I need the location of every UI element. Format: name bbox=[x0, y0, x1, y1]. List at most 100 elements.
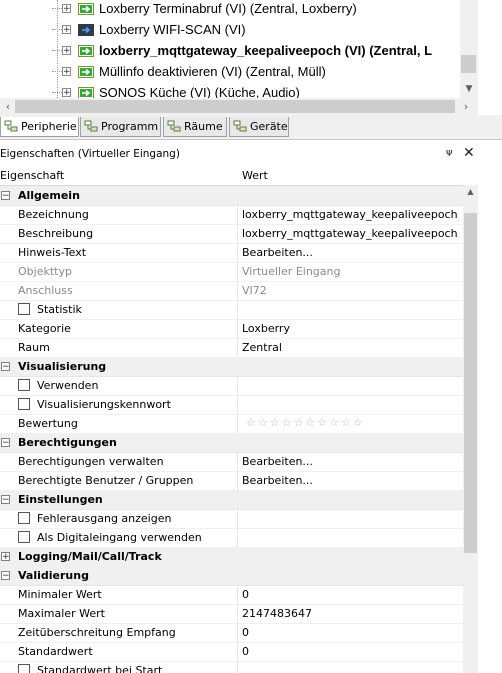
tree-item[interactable]: + Loxberry Terminabruf (VI) (Zentral, Lox… bbox=[0, 0, 460, 19]
property-row[interactable]: Raum Zentral bbox=[0, 338, 463, 358]
collapse-icon[interactable]: − bbox=[1, 438, 10, 448]
rating-stars[interactable]: ☆ ☆ ☆ ☆ ☆ ☆ ☆ ☆ ☆ ☆ bbox=[246, 417, 363, 429]
star-icon[interactable]: ☆ bbox=[246, 417, 256, 429]
property-value[interactable]: Zentral bbox=[242, 341, 282, 354]
checkbox[interactable] bbox=[18, 531, 30, 543]
property-row[interactable]: Berechtigungen verwalten Bearbeiten... bbox=[0, 452, 463, 472]
expand-icon[interactable]: + bbox=[1, 552, 10, 562]
collapse-icon[interactable]: − bbox=[1, 495, 10, 505]
property-value[interactable]: Bearbeiten... bbox=[242, 474, 313, 487]
property-name: Kategorie bbox=[18, 322, 71, 335]
property-row[interactable]: Als Digitaleingang verwenden bbox=[0, 528, 463, 548]
grid-vertical-scrollbar[interactable]: ▲ bbox=[463, 185, 478, 673]
chevron-down-icon[interactable]: ▼ bbox=[460, 84, 478, 98]
property-row[interactable]: Kategorie Loxberry bbox=[0, 319, 463, 339]
object-tree[interactable]: + Loxberry Terminabruf (VI) (Zentral, Lox… bbox=[0, 0, 502, 100]
checkbox[interactable] bbox=[18, 664, 30, 673]
category-row[interactable]: + Logging/Mail/Call/Track bbox=[0, 547, 463, 567]
property-row[interactable]: Verwenden bbox=[0, 376, 463, 396]
property-row[interactable]: Minimaler Wert 0 bbox=[0, 585, 463, 605]
expand-icon[interactable]: + bbox=[62, 88, 71, 98]
property-value[interactable]: Loxberry bbox=[242, 322, 290, 335]
chevron-right-icon[interactable]: › bbox=[459, 100, 473, 113]
property-row[interactable]: Standardwert bei Start bbox=[0, 661, 463, 673]
property-row[interactable]: Bezeichnung loxberry_mqttgateway_keepaliv… bbox=[0, 205, 463, 225]
expand-icon[interactable]: + bbox=[62, 25, 71, 35]
column-separator bbox=[237, 281, 238, 300]
tree-item[interactable]: + Loxberry WIFI-SCAN (VI) bbox=[0, 19, 460, 40]
grid-header: Eigenschaft Wert bbox=[0, 166, 463, 186]
tab-geraete[interactable]: Geräte bbox=[229, 117, 289, 137]
property-value[interactable]: Bearbeiten... bbox=[242, 455, 313, 468]
category-row[interactable]: − Validierung bbox=[0, 566, 463, 586]
star-icon[interactable]: ☆ bbox=[294, 417, 304, 429]
column-header-property[interactable]: Eigenschaft bbox=[0, 169, 64, 182]
tab-peripherie[interactable]: Peripherie bbox=[0, 117, 79, 137]
checkbox[interactable] bbox=[18, 512, 30, 524]
property-row[interactable]: Visualisierungskennwort bbox=[0, 395, 463, 415]
expand-icon[interactable]: + bbox=[62, 4, 71, 14]
property-name: Bezeichnung bbox=[18, 208, 89, 221]
property-value[interactable]: 2147483647 bbox=[242, 607, 312, 620]
star-icon[interactable]: ☆ bbox=[317, 417, 327, 429]
property-value[interactable]: 0 bbox=[242, 588, 249, 601]
category-row[interactable]: − Einstellungen bbox=[0, 490, 463, 510]
star-icon[interactable]: ☆ bbox=[270, 417, 280, 429]
checkbox[interactable] bbox=[18, 398, 30, 410]
property-name: Beschreibung bbox=[18, 227, 94, 240]
property-value[interactable]: 0 bbox=[242, 626, 249, 639]
column-separator bbox=[237, 319, 238, 338]
category-row[interactable]: − Allgemein bbox=[0, 186, 463, 206]
checkbox[interactable] bbox=[18, 303, 30, 315]
tree-icon bbox=[84, 120, 98, 132]
property-row[interactable]: Anschluss VI72 bbox=[0, 281, 463, 301]
property-row[interactable]: Beschreibung loxberry_mqttgateway_keepali… bbox=[0, 224, 463, 244]
blue-arrow-icon bbox=[78, 23, 94, 36]
category-row[interactable]: − Visualisierung bbox=[0, 357, 463, 377]
collapse-icon[interactable]: − bbox=[1, 191, 10, 201]
property-row[interactable]: Maximaler Wert 2147483647 bbox=[0, 604, 463, 624]
property-value[interactable]: 0 bbox=[242, 645, 249, 658]
tree-horizontal-scrollbar[interactable]: ‹ › bbox=[0, 98, 478, 115]
category-row[interactable]: − Berechtigungen bbox=[0, 433, 463, 453]
star-icon[interactable]: ☆ bbox=[282, 417, 292, 429]
property-value[interactable]: Bearbeiten... bbox=[242, 246, 313, 259]
property-row[interactable]: Fehlerausgang anzeigen bbox=[0, 509, 463, 529]
property-row[interactable]: Bewertung ☆ ☆ ☆ ☆ ☆ ☆ ☆ ☆ ☆ ☆ bbox=[0, 414, 463, 434]
property-row[interactable]: Hinweis-Text Bearbeiten... bbox=[0, 243, 463, 263]
tree-hscroll-thumb[interactable] bbox=[15, 100, 455, 113]
column-separator bbox=[237, 414, 238, 433]
star-icon[interactable]: ☆ bbox=[341, 417, 351, 429]
green-arrow-icon bbox=[78, 44, 94, 57]
property-value[interactable]: loxberry_mqttgateway_keepaliveepoch bbox=[242, 208, 458, 221]
property-row[interactable]: Standardwert 0 bbox=[0, 642, 463, 662]
property-row[interactable]: Objekttyp Virtueller Eingang bbox=[0, 262, 463, 282]
property-row[interactable]: Zeitüberschreitung Empfang 0 bbox=[0, 623, 463, 643]
checkbox[interactable] bbox=[18, 379, 30, 391]
property-value[interactable]: loxberry_mqttgateway_keepaliveepoch bbox=[242, 227, 458, 240]
tree-vertical-scrollbar[interactable]: ▼ bbox=[460, 0, 478, 100]
tree-item-label: Müllinfo deaktivieren (VI) (Zentral, Mül… bbox=[99, 64, 326, 79]
tree-item[interactable]: + Müllinfo deaktivieren (VI) (Zentral, Mü… bbox=[0, 61, 460, 82]
star-icon[interactable]: ☆ bbox=[305, 417, 315, 429]
collapse-icon[interactable]: − bbox=[1, 571, 10, 581]
tab-programm[interactable]: Programm bbox=[80, 117, 161, 137]
star-icon[interactable]: ☆ bbox=[329, 417, 339, 429]
collapse-icon[interactable]: − bbox=[1, 362, 10, 372]
grid-vscroll-thumb[interactable] bbox=[464, 213, 477, 553]
expand-icon[interactable]: + bbox=[62, 67, 71, 77]
property-row[interactable]: Statistik bbox=[0, 300, 463, 320]
column-separator bbox=[237, 262, 238, 281]
property-row[interactable]: Berechtigte Benutzer / Gruppen Bearbeiten… bbox=[0, 471, 463, 491]
expand-icon[interactable]: + bbox=[62, 46, 71, 56]
star-icon[interactable]: ☆ bbox=[353, 417, 363, 429]
tab-raeume[interactable]: Räume bbox=[163, 117, 227, 137]
chevron-up-icon[interactable]: ▲ bbox=[463, 187, 478, 196]
close-icon[interactable]: ✕ bbox=[463, 145, 475, 161]
tree-item[interactable]: + loxberry_mqttgateway_keepaliveepoch (VI… bbox=[0, 40, 460, 61]
chevron-left-icon[interactable]: ‹ bbox=[1, 100, 15, 113]
column-header-value[interactable]: Wert bbox=[242, 169, 268, 182]
pin-icon[interactable]: ᴪ bbox=[446, 146, 453, 159]
tree-vscroll-thumb[interactable] bbox=[461, 55, 476, 73]
star-icon[interactable]: ☆ bbox=[258, 417, 268, 429]
